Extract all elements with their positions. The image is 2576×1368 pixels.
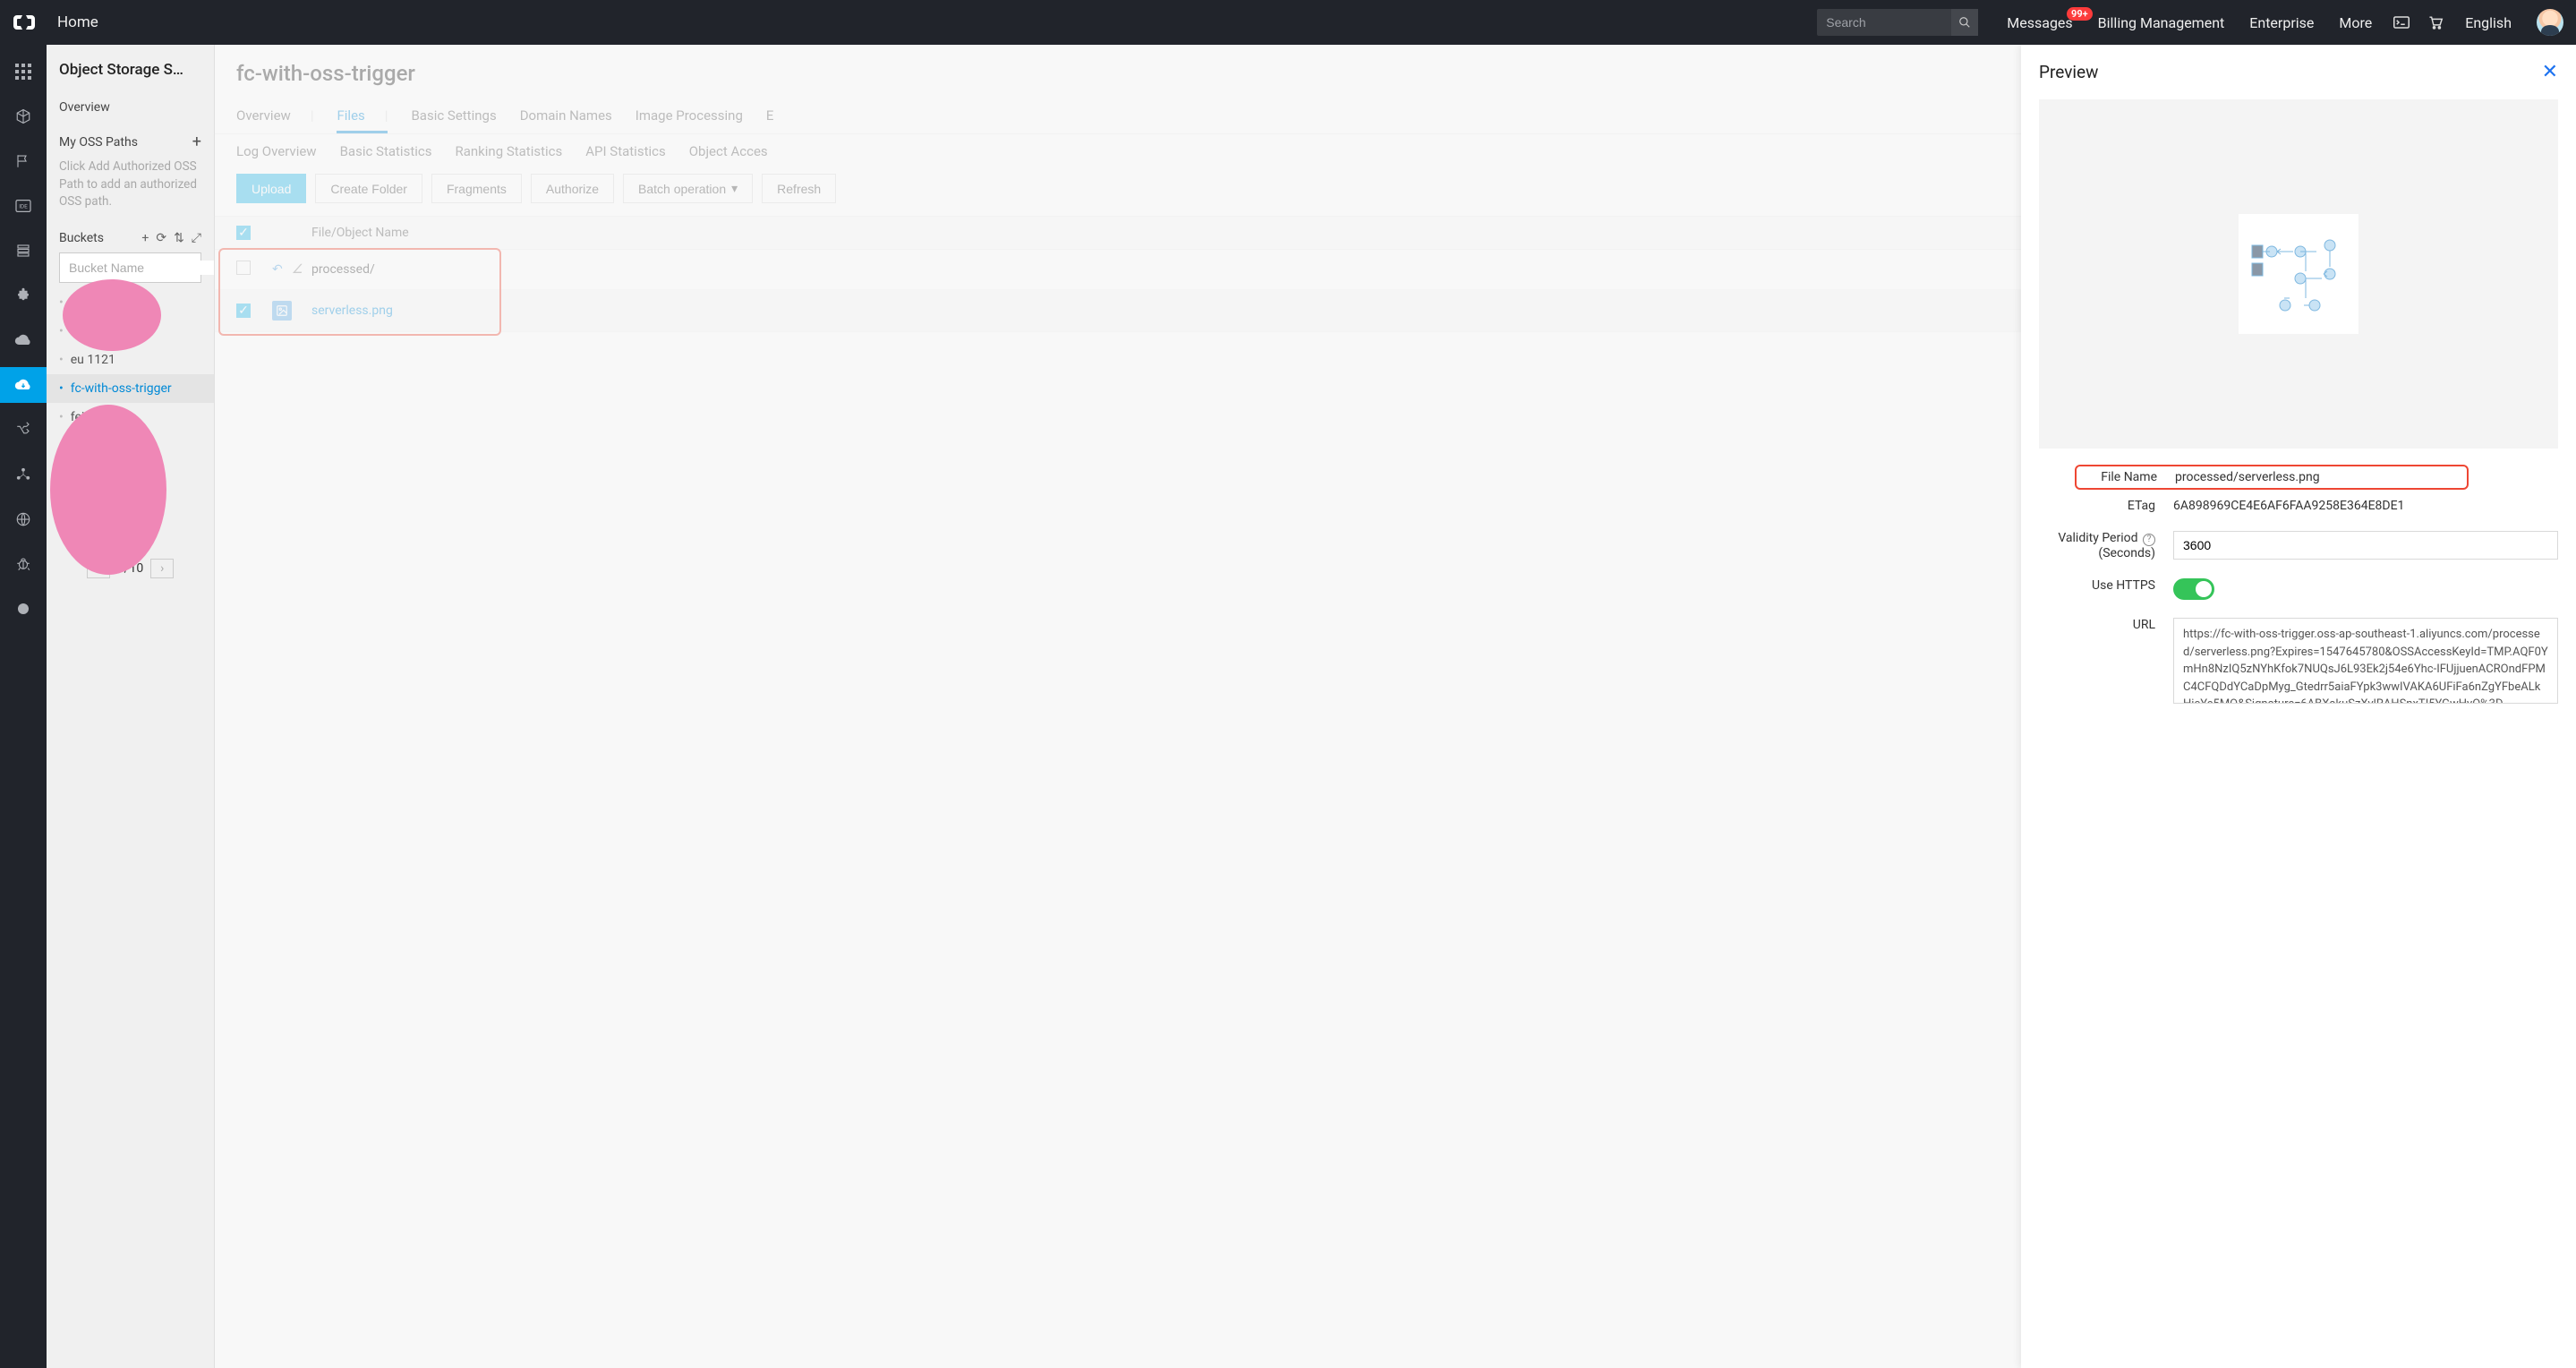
rail-flag-icon[interactable] [0,143,47,179]
rail-globe-icon[interactable] [0,501,47,537]
batch-operation-button[interactable]: Batch operation▾ [623,174,753,203]
fragments-button[interactable]: Fragments [431,174,522,203]
bucket-search[interactable] [59,252,201,283]
nav-home[interactable]: Home [57,13,98,31]
add-path-icon[interactable]: + [192,133,201,151]
preview-meta: File Name processed/serverless.png ETag … [2021,465,2576,713]
refresh-buckets-icon[interactable]: ⟳ [156,231,166,245]
tab-basic-settings[interactable]: Basic Settings [411,100,496,133]
search-icon[interactable] [1951,9,1978,36]
subtab-object-access[interactable]: Object Acces [689,143,768,159]
rail-cloud-icon[interactable] [0,322,47,358]
https-toggle[interactable] [2173,578,2214,600]
validity-label: Validity Period ?(Seconds) [2039,531,2173,560]
rail-bug-icon[interactable] [0,546,47,582]
tab-overview[interactable]: Overview [236,100,313,133]
subtab-ranking-stats[interactable]: Ranking Statistics [455,143,562,159]
nav-language[interactable]: English [2465,14,2512,31]
redaction-blob [50,405,166,575]
svg-text:IDE: IDE [19,202,28,209]
nav-enterprise[interactable]: Enterprise [2249,14,2314,31]
sidebar-hint: Click Add Authorized OSS Path to add an … [47,155,214,224]
preview-panel: Preview ✕ [2021,45,2576,1368]
row-checkbox[interactable] [236,261,251,275]
cart-icon[interactable] [2427,15,2444,30]
folder-icon: ∠ [292,262,303,277]
highlight-filename: File Name processed/serverless.png [2075,465,2469,490]
rail-ide-icon[interactable]: IDE [0,188,47,224]
user-avatar[interactable] [2537,9,2563,36]
preview-thumbnail [2239,214,2358,334]
filename-value: processed/serverless.png [2175,470,2463,484]
rail-cube-icon[interactable] [0,98,47,134]
rail-oss-icon[interactable] [0,367,47,403]
brand-logo[interactable] [13,13,36,31]
chevron-down-icon: ▾ [731,181,738,196]
preview-image-area [2039,99,2558,449]
filename-label: File Name [2080,470,2175,484]
upload-button[interactable]: Upload [236,174,306,203]
panel-title: Preview [2039,62,2098,82]
bucket-item-active[interactable]: fc-with-oss-trigger [47,374,214,403]
add-bucket-icon[interactable]: + [141,231,149,245]
subtab-api-stats[interactable]: API Statistics [585,143,665,159]
validity-input[interactable] [2173,531,2558,560]
sidebar-buckets-label: Buckets [59,231,104,245]
rail-db-icon[interactable] [0,233,47,269]
sidebar-mypaths-label: My OSS Paths [59,135,138,150]
page-title: fc-with-oss-trigger [236,61,415,86]
rail-puzzle-icon[interactable] [0,278,47,313]
global-search[interactable] [1817,9,1978,36]
tab-domain-names[interactable]: Domain Names [520,100,612,133]
subtab-basic-stats[interactable]: Basic Statistics [340,143,432,159]
select-all-checkbox[interactable]: ✓ [236,226,251,240]
subtab-log-overview[interactable]: Log Overview [236,143,317,159]
bucket-item[interactable]: eu 1121 [47,346,214,374]
sidebar-overview[interactable]: Overview [47,91,214,124]
etag-label: ETag [2039,499,2173,513]
sort-buckets-icon[interactable]: ⇅ [174,231,184,245]
rail-shuffle-icon[interactable] [0,412,47,448]
messages-badge: 99+ [2067,7,2093,21]
rail-dot-icon[interactable] [0,591,47,627]
rail-apps-icon[interactable] [0,54,47,90]
pager-next[interactable]: › [150,559,174,578]
tab-image-processing[interactable]: Image Processing [635,100,743,133]
nav-billing[interactable]: Billing Management [2098,14,2225,31]
service-rail: IDE [0,45,47,1368]
nav-messages[interactable]: Messages99+ [2007,14,2072,31]
url-value[interactable]: https://fc-with-oss-trigger.oss-ap-south… [2173,618,2558,704]
bucket-list: eric tastore e a eu 1121 fc-with-oss-tri… [47,288,214,546]
global-search-input[interactable] [1817,15,1951,30]
topbar: Home Messages99+ Billing Management Ente… [0,0,2576,45]
info-icon[interactable]: ? [2143,534,2155,546]
nav-more[interactable]: More [2339,14,2372,31]
refresh-button[interactable]: Refresh [762,174,836,203]
expand-buckets-icon[interactable]: ⤢ [192,231,201,245]
etag-value: 6A898969CE4E6AF6FAA9258E364E8DE1 [2173,499,2558,513]
main-content: fc-with-oss-trigger Access Control List … [215,45,2576,1368]
image-file-icon [272,301,292,321]
row-checkbox[interactable]: ✓ [236,304,251,318]
tab-more[interactable]: E [766,100,774,133]
cloudshell-icon[interactable] [2393,16,2410,29]
rail-nodes-icon[interactable] [0,457,47,492]
create-folder-button[interactable]: Create Folder [315,174,422,203]
close-icon[interactable]: ✕ [2542,61,2558,83]
https-label: Use HTTPS [2039,578,2173,593]
tab-files[interactable]: Files [337,100,388,133]
bucket-search-input[interactable] [60,261,215,275]
sidebar: Object Storage S… Overview My OSS Paths … [47,45,215,1368]
redaction-blob [63,279,161,351]
sidebar-title: Object Storage S… [47,45,214,91]
url-label: URL [2039,618,2173,632]
back-icon[interactable]: ↶ [272,262,283,277]
authorize-button[interactable]: Authorize [531,174,614,203]
